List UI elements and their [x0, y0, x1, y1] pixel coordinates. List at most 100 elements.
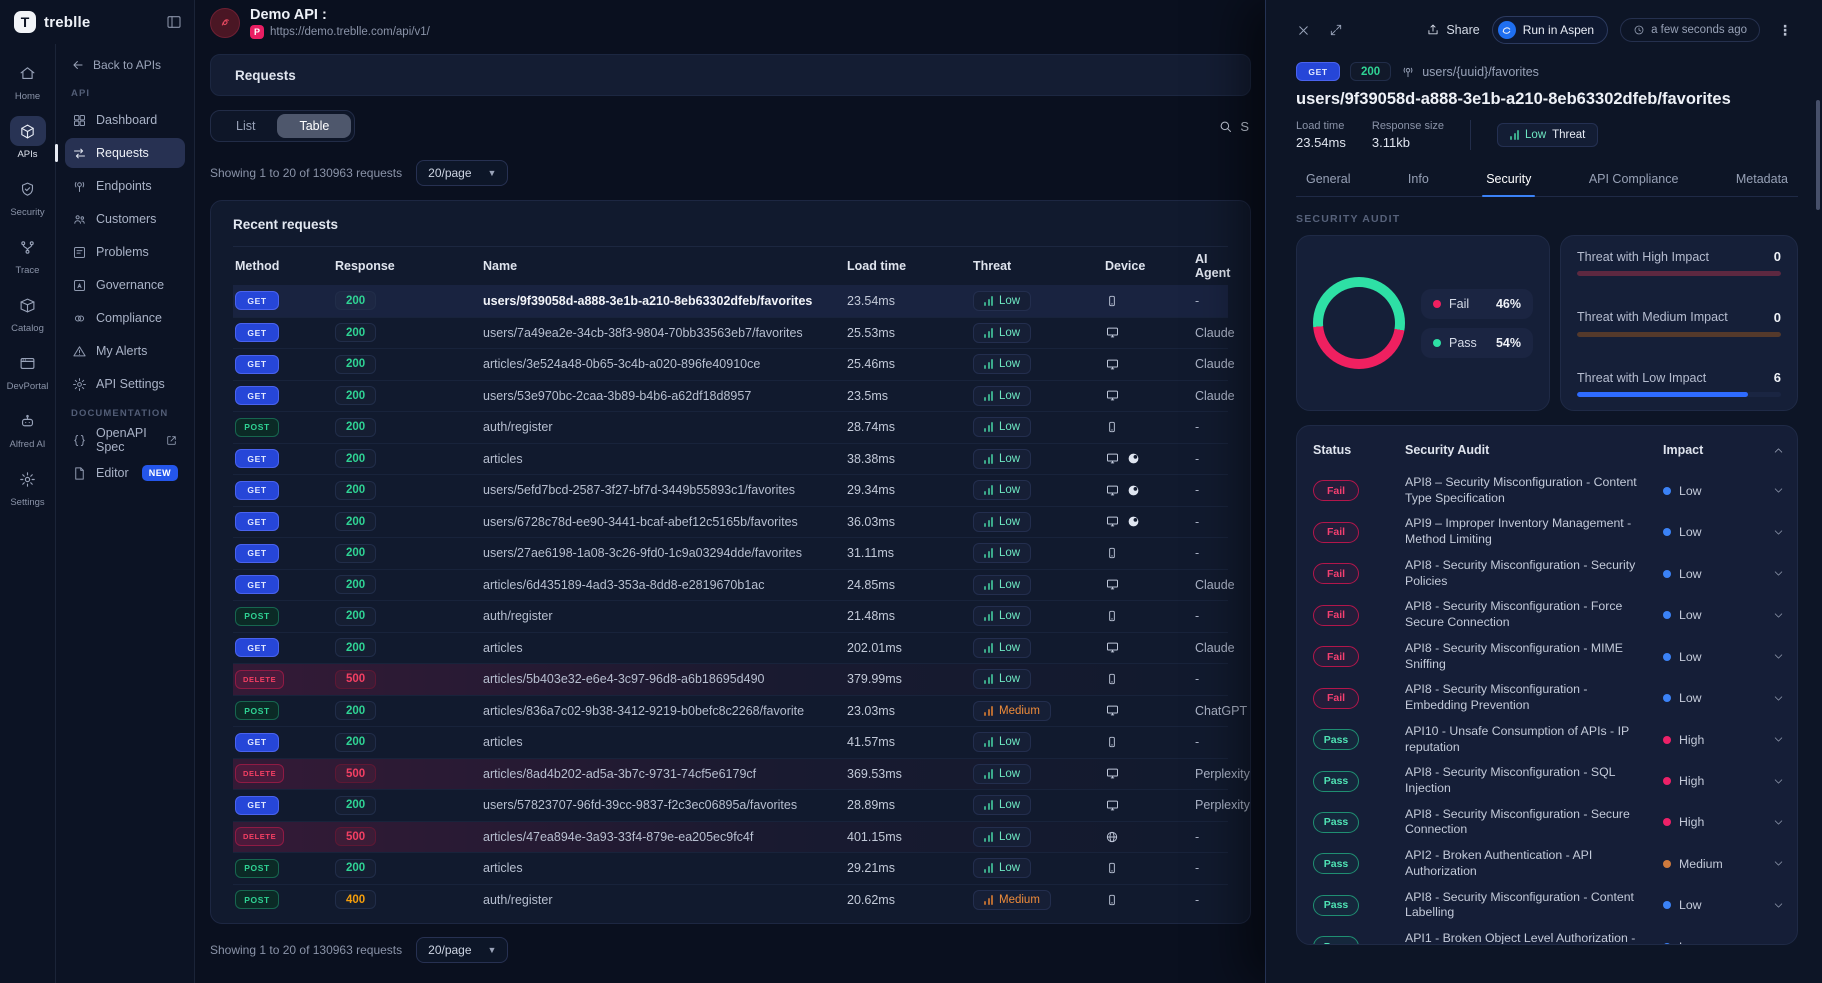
table-row[interactable]: DELETE 500 articles/47ea894e-3a93-33f4-8…	[233, 821, 1228, 853]
sidebar-item-endpoints[interactable]: Endpoints	[65, 171, 185, 201]
tab-info[interactable]: Info	[1404, 164, 1433, 196]
tab-security[interactable]: Security	[1482, 164, 1535, 196]
table-row[interactable]: GET 200 articles 41.57ms Low -	[233, 726, 1228, 758]
audit-row[interactable]: Fail API8 - Security Misconfiguration - …	[1313, 636, 1785, 677]
phone-icon	[1105, 546, 1119, 560]
table-row[interactable]: GET 200 articles/3e524a48-0b65-3c4b-a020…	[233, 348, 1228, 380]
close-icon[interactable]	[1296, 23, 1311, 38]
search-button[interactable]: S	[1218, 119, 1251, 134]
table-row[interactable]: POST 400 auth/register 20.62ms Medium	[233, 884, 1228, 916]
device-cell	[1105, 640, 1195, 655]
audit-row[interactable]: Fail API8 - Security Misconfiguration - …	[1313, 677, 1785, 718]
sidebar-item-requests[interactable]: Requests	[65, 138, 185, 168]
table-row[interactable]: DELETE 500 articles/5b403e32-e6e4-3c97-9…	[233, 663, 1228, 695]
per-page-select[interactable]: 20/page ▼	[416, 937, 508, 963]
rail-item-home[interactable]: Home	[2, 58, 54, 102]
sidebar-collapse-icon[interactable]	[166, 14, 182, 30]
table-row[interactable]: POST 200 articles/836a7c02-9b38-3412-921…	[233, 695, 1228, 727]
tab-metadata[interactable]: Metadata	[1732, 164, 1792, 196]
chevron-down-icon[interactable]	[1772, 857, 1785, 870]
rail-item-settings[interactable]: Settings	[2, 464, 54, 508]
table-row[interactable]: GET 200 users/27ae6198-1a08-3c26-9fd0-1c…	[233, 537, 1228, 569]
sidebar-item-dashboard[interactable]: Dashboard	[65, 105, 185, 135]
method-badge: GET	[235, 355, 279, 374]
device-cell	[1105, 451, 1195, 466]
chevron-down-icon[interactable]	[1772, 733, 1785, 746]
impact-cell: Medium	[1663, 857, 1761, 871]
audit-row[interactable]: Fail API8 - Security Misconfiguration - …	[1313, 594, 1785, 635]
table-row[interactable]: POST 200 articles 29.21ms Low -	[233, 852, 1228, 884]
audit-row[interactable]: Fail API8 - Security Misconfiguration - …	[1313, 553, 1785, 594]
audit-table-header: Status Security Audit Impact	[1313, 430, 1785, 470]
table-row[interactable]: GET 200 users/57823707-96fd-39cc-9837-f2…	[233, 789, 1228, 821]
sidebar-item-openapi-spec[interactable]: OpenAPI Spec	[65, 425, 185, 455]
governance-icon	[72, 278, 87, 293]
per-page-select[interactable]: 20/page ▼	[416, 160, 508, 186]
audit-row[interactable]: Fail API8 – Security Misconfiguration - …	[1313, 470, 1785, 511]
rail-item-apis[interactable]: APIs	[2, 116, 54, 160]
chevron-down-icon[interactable]	[1772, 650, 1785, 663]
sidebar-item-api-settings[interactable]: API Settings	[65, 369, 185, 399]
table-row[interactable]: GET 200 articles 38.38ms Low -	[233, 443, 1228, 475]
audit-row[interactable]: Fail API9 – Improper Inventory Managemen…	[1313, 511, 1785, 552]
rail-item-security[interactable]: Security	[2, 174, 54, 218]
audit-row[interactable]: Pass API8 - Security Misconfiguration - …	[1313, 885, 1785, 926]
load-time: 29.34ms	[847, 483, 973, 497]
view-toggle-table[interactable]: Table	[277, 114, 351, 138]
phone-icon	[1105, 420, 1119, 434]
device-cell	[1105, 420, 1195, 434]
expand-icon[interactable]	[1329, 23, 1343, 37]
sidebar-item-compliance[interactable]: Compliance	[65, 303, 185, 333]
signal-bars-icon	[984, 328, 993, 338]
chevron-down-icon[interactable]	[1772, 816, 1785, 829]
chevron-down-icon[interactable]	[1772, 692, 1785, 705]
table-row[interactable]: GET 200 articles/6d435189-4ad3-353a-8dd8…	[233, 569, 1228, 601]
table-row[interactable]: POST 200 auth/register 28.74ms Low	[233, 411, 1228, 443]
rail-item-alfred-ai[interactable]: Alfred AI	[2, 406, 54, 450]
device-cell	[1105, 577, 1195, 592]
table-row[interactable]: GET 200 users/53e970bc-2caa-3b89-b4b6-a6…	[233, 380, 1228, 412]
signal-bars-icon	[984, 517, 993, 527]
signal-bars-icon	[984, 391, 993, 401]
audit-row[interactable]: Pass API2 - Broken Authentication - API …	[1313, 843, 1785, 884]
kebab-menu-icon[interactable]: ⋮	[1772, 17, 1798, 43]
ai-agent: Perplexity	[1195, 798, 1250, 812]
rail-item-catalog[interactable]: Catalog	[2, 290, 54, 334]
table-row[interactable]: GET 200 users/7a49ea2e-34cb-38f3-9804-70…	[233, 317, 1228, 349]
chevron-down-icon[interactable]	[1772, 526, 1785, 539]
sidebar-item-governance[interactable]: Governance	[65, 270, 185, 300]
audit-row[interactable]: Pass API1 - Broken Object Level Authoriz…	[1313, 926, 1785, 945]
chevron-down-icon[interactable]	[1772, 940, 1785, 945]
chevron-down-icon[interactable]	[1772, 567, 1785, 580]
table-row[interactable]: GET 200 users/5efd7bcd-2587-3f27-bf7d-34…	[233, 474, 1228, 506]
back-to-apis[interactable]: Back to APIs	[65, 56, 185, 82]
chevron-down-icon[interactable]	[1772, 609, 1785, 622]
rail-item-devportal[interactable]: DevPortal	[2, 348, 54, 392]
chevron-down-icon[interactable]	[1772, 484, 1785, 497]
sidebar-item-editor[interactable]: Editor NEW	[65, 458, 185, 488]
tab-general[interactable]: General	[1302, 164, 1354, 196]
table-row[interactable]: POST 200 auth/register 21.48ms Low	[233, 600, 1228, 632]
audit-row[interactable]: Pass API10 - Unsafe Consumption of APIs …	[1313, 719, 1785, 760]
chevron-down-icon[interactable]	[1772, 775, 1785, 788]
fail-dot-icon	[1433, 300, 1441, 308]
view-toggle-list[interactable]: List	[214, 114, 277, 138]
run-in-aspen-button[interactable]: Run in Aspen	[1492, 16, 1608, 44]
sidebar-item-my-alerts[interactable]: My Alerts	[65, 336, 185, 366]
table-row[interactable]: GET 200 users/9f39058d-a888-3e1b-a210-8e…	[233, 285, 1228, 317]
table-row[interactable]: GET 200 articles 202.01ms Low Cl	[233, 632, 1228, 664]
tab-api-compliance[interactable]: API Compliance	[1585, 164, 1683, 196]
window-scrollbar[interactable]	[1816, 100, 1820, 210]
table-row[interactable]: GET 200 users/6728c78d-ee90-3441-bcaf-ab…	[233, 506, 1228, 538]
audit-title: API8 - Security Misconfiguration - Secur…	[1405, 807, 1663, 838]
signal-bars-icon	[984, 800, 993, 810]
audit-row[interactable]: Pass API8 - Security Misconfiguration - …	[1313, 760, 1785, 801]
sidebar-item-customers[interactable]: Customers	[65, 204, 185, 234]
rail-item-trace[interactable]: Trace	[2, 232, 54, 276]
share-button[interactable]: Share	[1426, 23, 1479, 37]
chevron-down-icon[interactable]	[1772, 899, 1785, 912]
chevron-up-icon[interactable]	[1772, 444, 1785, 457]
audit-row[interactable]: Pass API8 - Security Misconfiguration - …	[1313, 802, 1785, 843]
table-row[interactable]: DELETE 500 articles/8ad4b202-ad5a-3b7c-9…	[233, 758, 1228, 790]
sidebar-item-problems[interactable]: Problems	[65, 237, 185, 267]
